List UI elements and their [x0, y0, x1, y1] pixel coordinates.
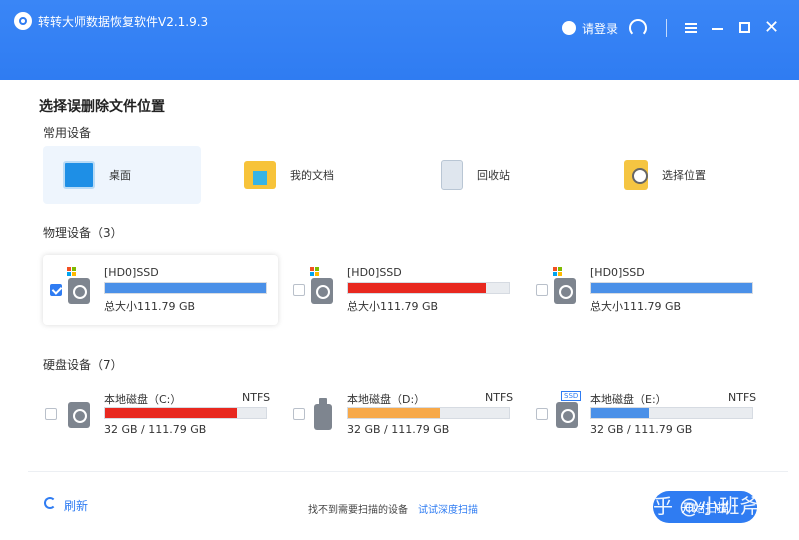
disk-checkbox[interactable]	[45, 408, 57, 420]
disk-filesystem: NTFS	[485, 391, 514, 404]
app-logo-icon	[14, 12, 32, 30]
drive-name: [HD0]SSD	[104, 266, 159, 279]
disk-name: 本地磁盘（C:）	[104, 393, 182, 406]
drive-usage-fill	[591, 283, 752, 293]
disk-checkbox[interactable]	[293, 408, 305, 420]
hdd-icon	[68, 278, 90, 304]
drive-name: [HD0]SSD	[347, 266, 402, 279]
windows-icon	[310, 267, 320, 277]
disk-size: 32 GB / 111.79 GB	[104, 423, 207, 436]
hint-text: 找不到需要扫描的设备	[308, 505, 408, 516]
footer-divider	[28, 471, 788, 472]
drive-usage-fill	[105, 283, 266, 293]
disk-usage-bar	[590, 407, 753, 419]
disk-devices-label: 硬盘设备（7）	[43, 358, 123, 372]
common-item-label: 选择位置	[662, 169, 706, 182]
drive-checkbox[interactable]	[50, 284, 62, 296]
drive-usage-bar	[104, 282, 267, 294]
support-headset-icon[interactable]	[629, 19, 647, 37]
deep-scan-link[interactable]: 试试深度扫描	[418, 501, 478, 516]
refresh-button[interactable]: 刷新	[64, 497, 88, 514]
common-item-label: 桌面	[109, 169, 131, 182]
desktop-icon	[63, 161, 95, 189]
drive-name: [HD0]SSD	[590, 266, 645, 279]
maximize-icon[interactable]	[739, 22, 750, 33]
common-item-label: 回收站	[477, 169, 510, 182]
titlebar-divider	[666, 19, 667, 37]
drive-usage-bar	[590, 282, 753, 294]
common-item-label: 我的文档	[290, 169, 334, 182]
windows-icon	[67, 267, 77, 277]
disk-usage-bar	[347, 407, 510, 419]
recycle-bin-icon	[441, 160, 463, 190]
login-link[interactable]: 请登录	[582, 20, 618, 37]
windows-icon	[553, 267, 563, 277]
disk-name: 本地磁盘（E:）	[590, 393, 667, 406]
disk-filesystem: NTFS	[242, 391, 271, 404]
ssd-drive-icon	[556, 402, 578, 428]
ssd-tag: SSD	[561, 391, 582, 401]
app-title: 转转大师数据恢复软件V2.1.9.3	[38, 15, 209, 29]
disk-filesystem: NTFS	[728, 391, 757, 404]
disk-usage-fill	[348, 408, 440, 418]
folder-icon	[244, 161, 276, 189]
disk-usage-fill	[105, 408, 238, 418]
disk-usage-fill	[591, 408, 649, 418]
hdd-icon	[68, 402, 90, 428]
title-bar	[0, 0, 799, 80]
drive-size: 总大小111.79 GB	[104, 300, 196, 313]
user-icon[interactable]	[562, 21, 576, 35]
disk-name: 本地磁盘（D:）	[347, 393, 426, 406]
drive-usage-fill	[348, 283, 487, 293]
drive-usage-bar	[347, 282, 510, 294]
common-item-recycle-bin[interactable]: 回收站	[421, 146, 579, 204]
page-title: 选择误删除文件位置	[39, 99, 165, 115]
drive-size: 总大小111.79 GB	[590, 300, 682, 313]
drive-size: 总大小111.79 GB	[347, 300, 439, 313]
menu-icon[interactable]	[685, 23, 697, 33]
disk-size: 32 GB / 111.79 GB	[590, 423, 693, 436]
refresh-icon[interactable]	[44, 497, 56, 509]
minimize-icon[interactable]	[712, 28, 723, 30]
hdd-icon	[311, 278, 333, 304]
disk-checkbox[interactable]	[536, 408, 548, 420]
close-icon[interactable]: ✕	[764, 19, 779, 37]
hdd-icon	[554, 278, 576, 304]
disk-usage-bar	[104, 407, 267, 419]
watermark: 知乎 @小班斧	[633, 494, 760, 518]
location-search-icon	[624, 160, 648, 190]
disk-size: 32 GB / 111.79 GB	[347, 423, 450, 436]
usb-drive-icon	[314, 398, 332, 430]
physical-devices-label: 物理设备（3）	[43, 226, 123, 240]
common-item-desktop[interactable]: 桌面	[43, 146, 201, 204]
drive-checkbox[interactable]	[293, 284, 305, 296]
drive-checkbox[interactable]	[536, 284, 548, 296]
common-item-documents[interactable]: 我的文档	[224, 146, 382, 204]
common-devices-label: 常用设备	[43, 126, 92, 140]
common-item-choose-location[interactable]: 选择位置	[604, 146, 762, 204]
